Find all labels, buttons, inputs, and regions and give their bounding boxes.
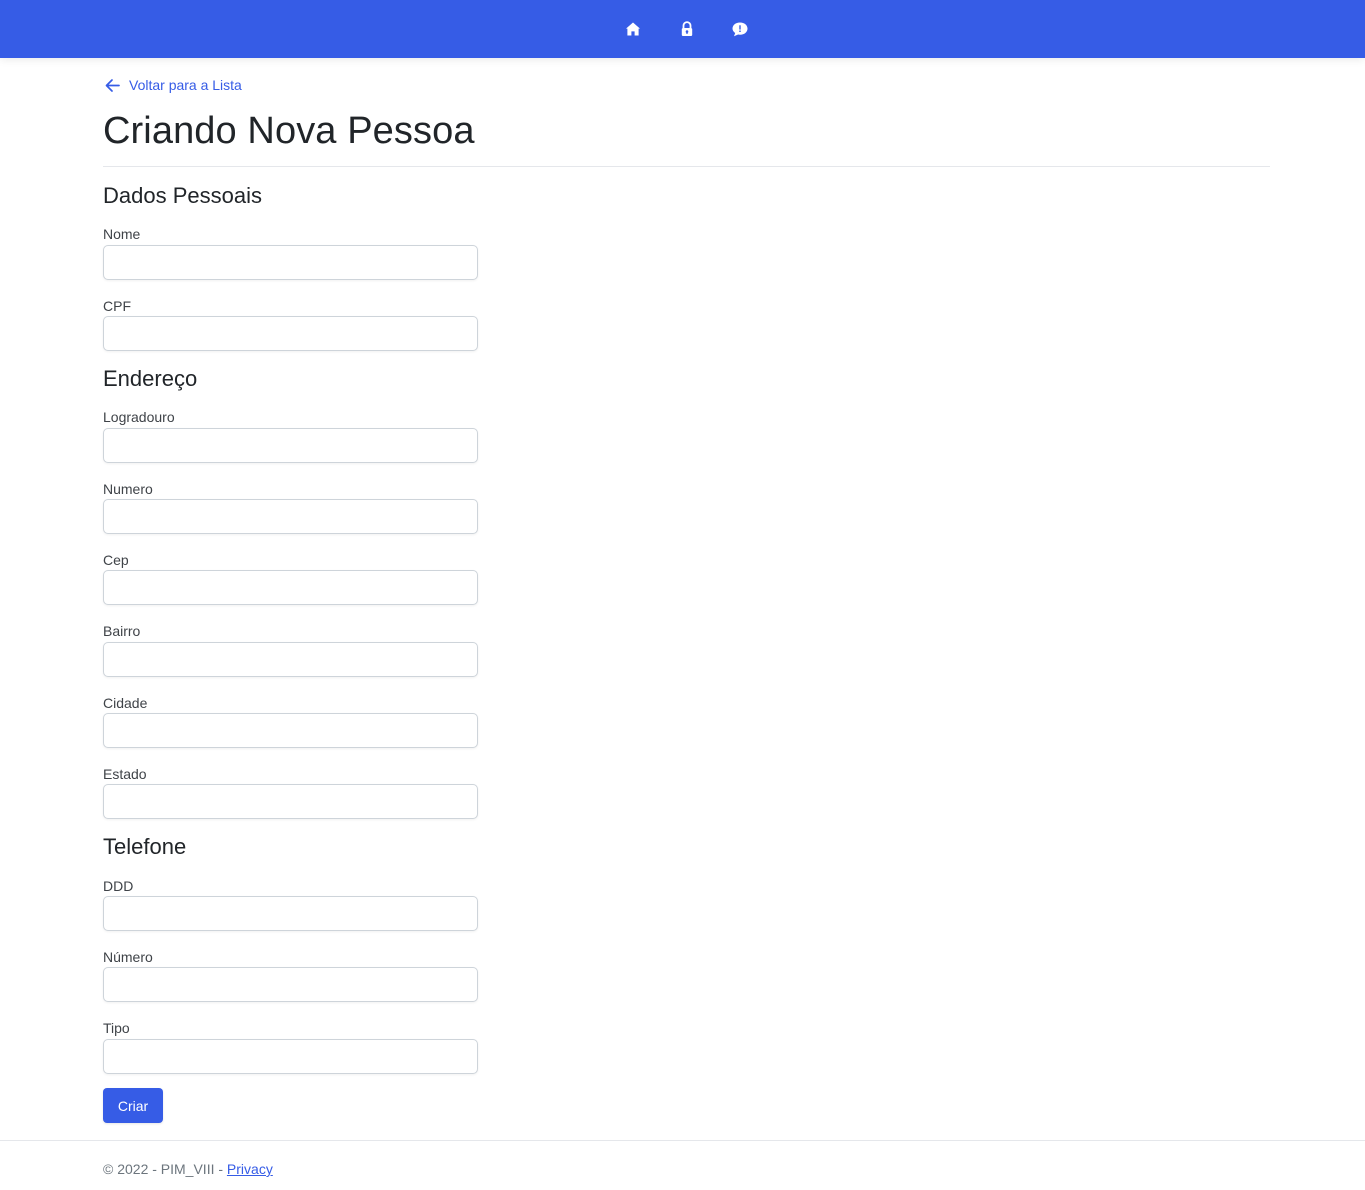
- estado-input[interactable]: [103, 784, 478, 819]
- nav-icons: [0, 0, 1365, 58]
- cpf-label: CPF: [103, 298, 131, 314]
- cep-input[interactable]: [103, 570, 478, 605]
- lock-icon[interactable]: [678, 20, 696, 38]
- cpf-input[interactable]: [103, 316, 478, 351]
- telefone-numero-input[interactable]: [103, 967, 478, 1002]
- tipo-label: Tipo: [103, 1020, 130, 1036]
- create-button[interactable]: Criar: [103, 1088, 163, 1123]
- tipo-input[interactable]: [103, 1039, 478, 1074]
- section-title-personal: Dados Pessoais: [103, 183, 262, 208]
- cidade-input[interactable]: [103, 713, 478, 748]
- home-icon[interactable]: [624, 20, 642, 38]
- logradouro-label: Logradouro: [103, 409, 175, 425]
- arrow-left-icon: [105, 78, 120, 92]
- footer-divider: [0, 1140, 1365, 1141]
- back-link-label: Voltar para a Lista: [129, 77, 242, 93]
- bairro-input[interactable]: [103, 642, 478, 677]
- cep-label: Cep: [103, 552, 129, 568]
- top-navbar: [0, 0, 1365, 58]
- footer-copyright: © 2022 - PIM_VIII -: [103, 1161, 227, 1177]
- nome-label: Nome: [103, 226, 141, 242]
- estado-label: Estado: [103, 766, 147, 782]
- cidade-label: Cidade: [103, 695, 148, 711]
- section-title-address: Endereço: [103, 366, 198, 391]
- numero-label: Numero: [103, 481, 153, 497]
- chat-alert-icon[interactable]: [731, 20, 749, 38]
- logradouro-input[interactable]: [103, 428, 478, 463]
- ddd-input[interactable]: [103, 896, 478, 931]
- privacy-link[interactable]: Privacy: [227, 1161, 273, 1177]
- section-title-phone: Telefone: [103, 834, 187, 859]
- page-title: Criando Nova Pessoa: [103, 110, 475, 152]
- nome-input[interactable]: [103, 245, 478, 280]
- footer: © 2022 - PIM_VIII - Privacy: [103, 1160, 273, 1178]
- bairro-label: Bairro: [103, 623, 141, 639]
- ddd-label: DDD: [103, 878, 134, 894]
- title-divider: [103, 166, 1270, 167]
- back-to-list-link[interactable]: Voltar para a Lista: [104, 75, 242, 95]
- telefone-numero-label: Número: [103, 949, 153, 965]
- numero-input[interactable]: [103, 499, 478, 534]
